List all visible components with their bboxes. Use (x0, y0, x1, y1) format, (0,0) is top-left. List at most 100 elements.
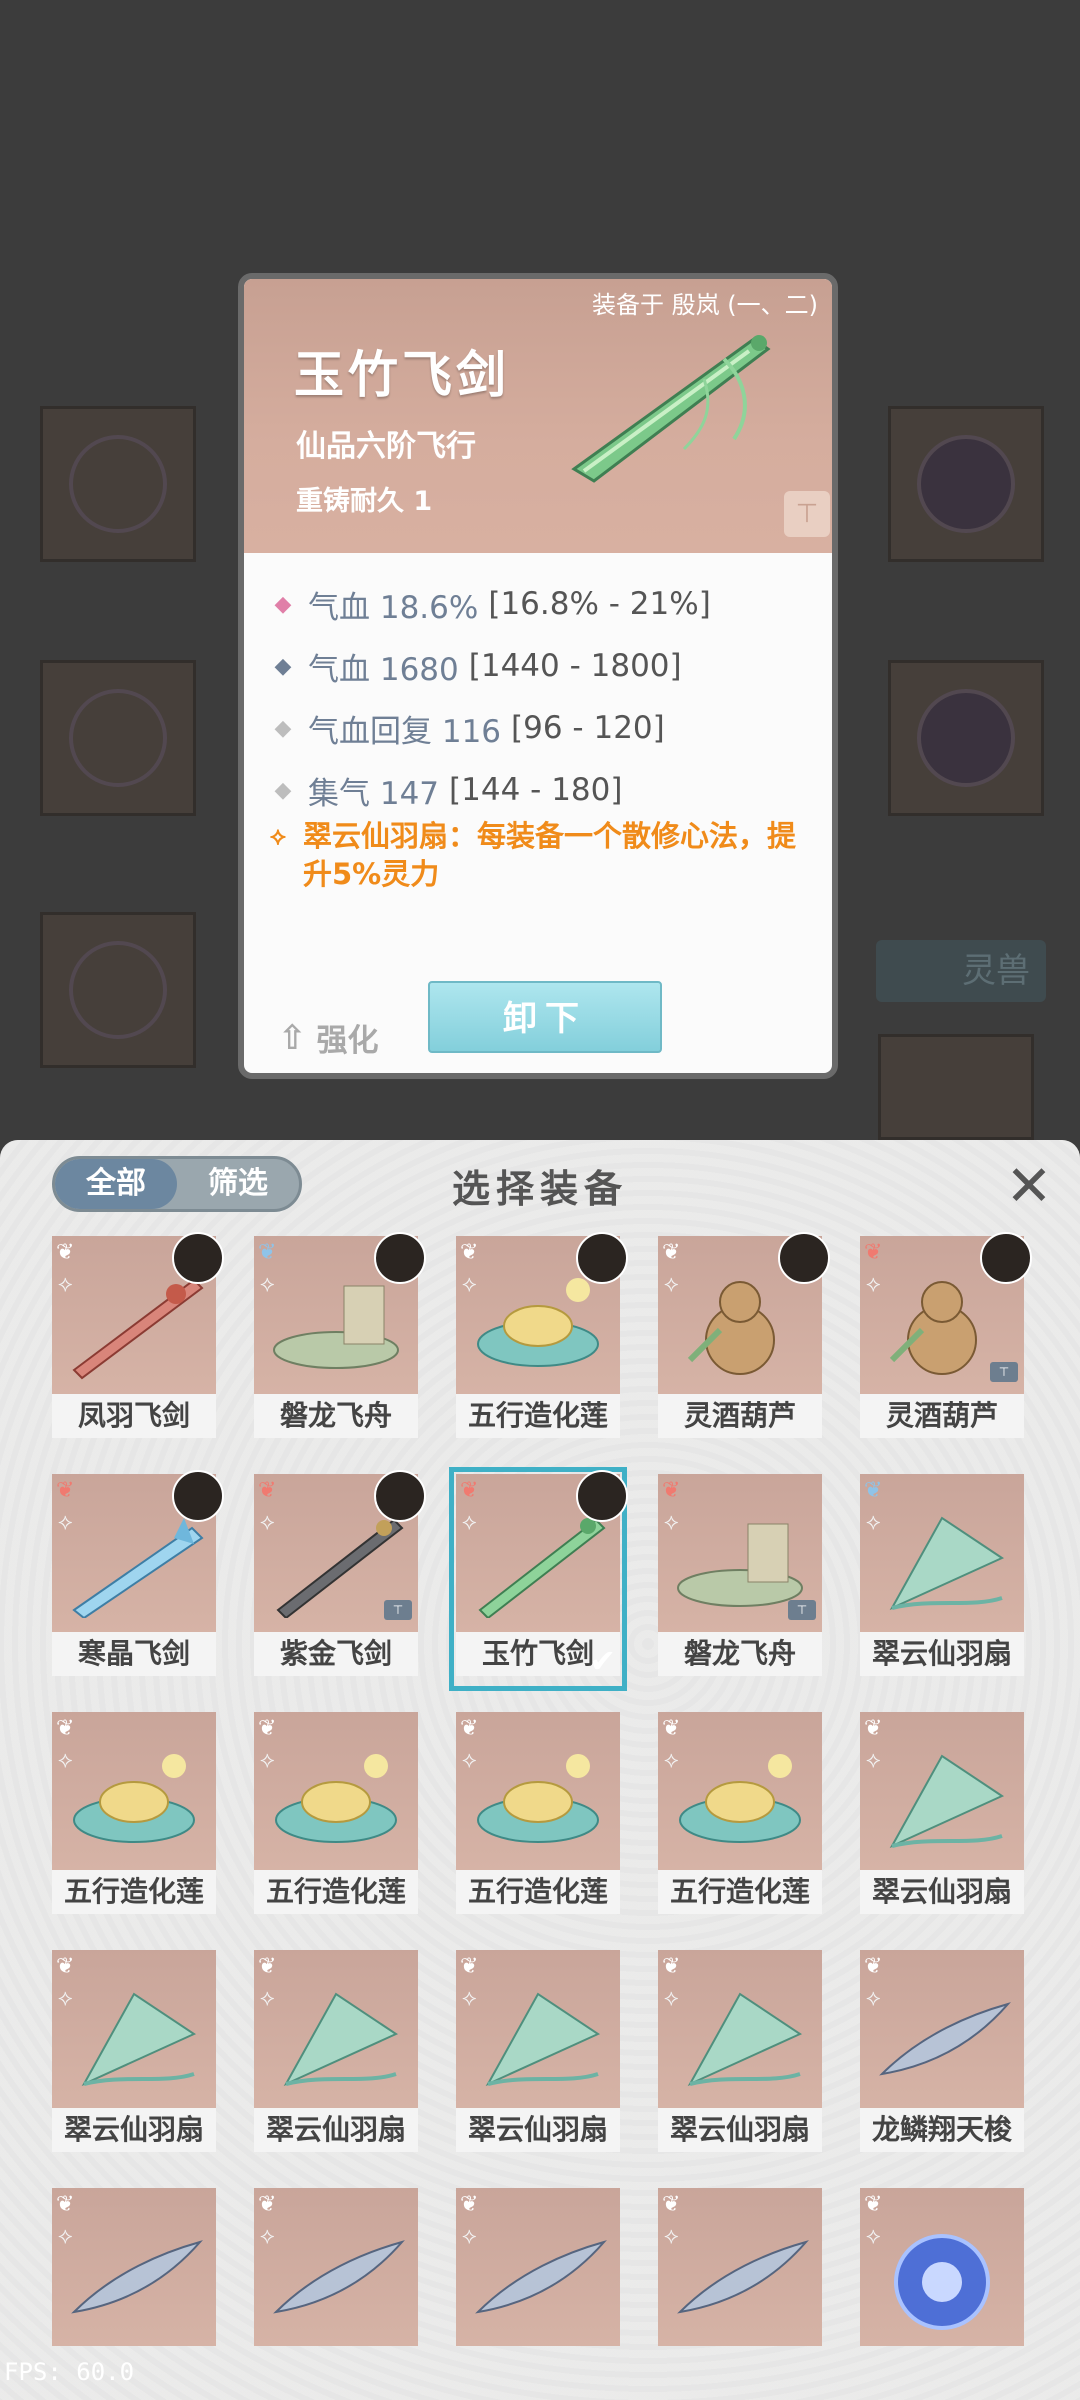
rune-icon: ⟡ (260, 1272, 275, 1297)
wing-icon: ❦ (662, 2192, 681, 2217)
equipment-item[interactable]: ❦ ⟡ 翠云仙羽扇 (860, 1712, 1024, 1922)
equipment-item[interactable]: ❦ ⟡ 五行造化莲 (658, 1712, 822, 1922)
lock-icon: ⊤ (788, 1600, 816, 1620)
wing-icon: ❦ (460, 1478, 479, 1503)
item-name: 翠云仙羽扇 (860, 1870, 1024, 1914)
shuttle-image (677, 2240, 809, 2314)
rune-icon: ⟡ (260, 1748, 275, 1773)
owner-avatar (374, 1232, 426, 1284)
diamond-icon: ◆ (274, 777, 292, 803)
item-thumbnail: ❦ ⟡ ⊤ (658, 1474, 822, 1632)
fan-image (687, 1992, 803, 2087)
equipment-item[interactable]: ❦ ⟡ (456, 2188, 620, 2398)
owner-avatar (172, 1232, 224, 1284)
owner-avatar (374, 1470, 426, 1522)
jade-sword-image (571, 335, 771, 483)
lotus-image (73, 1754, 195, 1843)
reforge-durability: 重铸耐久 1 (296, 486, 433, 517)
equipment-item[interactable]: ❦ ⟡ 玉竹飞剑 ✔ (449, 1467, 628, 1691)
diamond-icon: ◆ (274, 715, 292, 741)
wing-icon: ❦ (258, 1954, 277, 1979)
fps-counter: FPS: 60.0 (4, 2358, 135, 2386)
lock-icon: ⊤ (990, 1362, 1018, 1382)
equipment-item[interactable]: ❦ ⟡ 灵酒葫芦 (658, 1232, 830, 1446)
equipment-item[interactable]: ❦ ⟡ 磐龙飞舟 (254, 1232, 426, 1446)
equipment-item[interactable]: ❦ ⟡ 寒晶飞剑 (52, 1470, 224, 1684)
equipment-item[interactable]: ❦ ⟡ 翠云仙羽扇 (52, 1950, 216, 2160)
item-name: 翠云仙羽扇 (254, 2108, 418, 2152)
wing-icon: ❦ (460, 2192, 479, 2217)
equipment-item[interactable]: ❦ ⟡ 龙鳞翔天梭 (860, 1950, 1024, 2160)
stat-value: 气血回复 116 (308, 713, 502, 750)
stat-range: [16.8% - 21%] (488, 586, 711, 622)
rune-icon: ⟡ (462, 1748, 477, 1773)
item-name: 五行造化莲 (456, 1870, 620, 1914)
checkmark-icon: ✔ (589, 1642, 616, 1680)
item-thumbnail: ❦ ⟡ (860, 1712, 1024, 1870)
equipment-item[interactable]: ❦ ⟡ 五行造化莲 (52, 1712, 216, 1922)
rune-icon: ⟡ (664, 1986, 679, 2011)
orb-image (894, 2234, 990, 2330)
equipment-item[interactable]: ❦ ⟡ ⊤ 紫金飞剑 (254, 1470, 426, 1684)
equip-slot-boots (40, 912, 196, 1068)
equipment-item[interactable]: ❦ ⟡ ⊤ 磐龙飞舟 (658, 1474, 822, 1684)
fan-image (889, 1516, 1005, 1611)
item-name: 灵酒葫芦 (860, 1394, 1024, 1438)
equipment-item[interactable]: ❦ ⟡ 五行造化莲 (456, 1232, 628, 1446)
rune-icon: ⟡ (58, 1272, 73, 1297)
rune-icon: ⟡ (866, 1272, 881, 1297)
item-name: 五行造化莲 (456, 1394, 620, 1438)
close-icon[interactable]: ✕ (1000, 1158, 1058, 1216)
wing-icon: ❦ (864, 2192, 883, 2217)
item-thumbnail: ❦ ⟡ (860, 1950, 1024, 2108)
shuttle-image (879, 2002, 1011, 2076)
rune-icon: ⟡ (58, 1748, 73, 1773)
diamond-icon: ◆ (274, 653, 292, 679)
rune-icon: ⟡ (866, 1510, 881, 1535)
rune-icon: ⟡ (58, 1510, 73, 1535)
item-detail-card: 装备于 殷岚 (一、二) 玉竹飞剑 仙品六阶飞行 重铸耐久 1 ⊤ ◆ 气血 1… (238, 273, 838, 1079)
rune-icon: ⟡ (664, 1510, 679, 1535)
stat-range: [96 - 120] (511, 710, 665, 746)
rune-icon: ⟡ (866, 1748, 881, 1773)
equipment-item[interactable]: ❦ ⟡ 凤羽飞剑 (52, 1232, 224, 1446)
item-name: 翠云仙羽扇 (52, 2108, 216, 2152)
item-name: 五行造化莲 (52, 1870, 216, 1914)
enhance-button[interactable]: ⇧ 强化 (278, 1015, 379, 1060)
wing-icon: ❦ (56, 1478, 75, 1503)
equipment-item[interactable]: ❦ ⟡ (860, 2188, 1024, 2398)
stat-value: 集气 147 (308, 775, 440, 812)
fan-image (889, 1754, 1005, 1849)
stat-range: [144 - 180] (449, 772, 623, 808)
equipment-item[interactable]: ❦ ⟡ 翠云仙羽扇 (456, 1950, 620, 2160)
reforge-button[interactable]: ⊤ (784, 491, 830, 537)
item-name: 五行造化莲 (254, 1870, 418, 1914)
equip-slot-armor (40, 660, 196, 816)
owner-avatar (576, 1470, 628, 1522)
stat-row: ◆ 气血 1680 [1440 - 1800] (270, 635, 711, 697)
equipment-item[interactable]: ❦ ⟡ ⊤ 灵酒葫芦 (860, 1232, 1032, 1446)
item-thumbnail: ❦ ⟡ (860, 1474, 1024, 1632)
item-name: 凤羽飞剑 (52, 1394, 216, 1438)
shuttle-image (475, 2240, 607, 2314)
equipment-item[interactable]: ❦ ⟡ (658, 2188, 822, 2398)
equipment-item[interactable]: ❦ ⟡ 翠云仙羽扇 (860, 1474, 1024, 1684)
item-name: 五行造化莲 (658, 1870, 822, 1914)
wing-icon: ❦ (56, 1240, 75, 1265)
stat-value: 气血 1680 (308, 651, 459, 688)
equipment-item[interactable]: ❦ ⟡ 翠云仙羽扇 (254, 1950, 418, 2160)
stat-row: ◆ 气血 18.6% [16.8% - 21%] (270, 573, 711, 635)
rune-icon: ⟡ (664, 2224, 679, 2249)
equipment-item[interactable]: ❦ ⟡ 翠云仙羽扇 (658, 1950, 822, 2160)
rune-icon: ⟡ (58, 1986, 73, 2011)
stat-value: 气血 18.6% (308, 589, 479, 626)
owner-avatar (172, 1470, 224, 1522)
stat-range: [1440 - 1800] (468, 648, 682, 684)
item-grade: 仙品六阶飞行 (296, 429, 476, 464)
select-equipment-panel: 全部 筛选 选择装备 ✕ ❦ ⟡ 凤羽飞剑 ❦ ⟡ 磐龙飞舟 ❦ ⟡ 五行造化莲 ❦ ⟡ 灵酒葫芦 ❦ ⟡… (0, 1140, 1080, 2400)
equipment-item[interactable]: ❦ ⟡ 五行造化莲 (456, 1712, 620, 1922)
equipment-item[interactable]: ❦ ⟡ 五行造化莲 (254, 1712, 418, 1922)
item-name: 寒晶飞剑 (52, 1632, 216, 1676)
equipment-item[interactable]: ❦ ⟡ (254, 2188, 418, 2398)
unequip-button[interactable]: 卸下 (428, 981, 662, 1053)
